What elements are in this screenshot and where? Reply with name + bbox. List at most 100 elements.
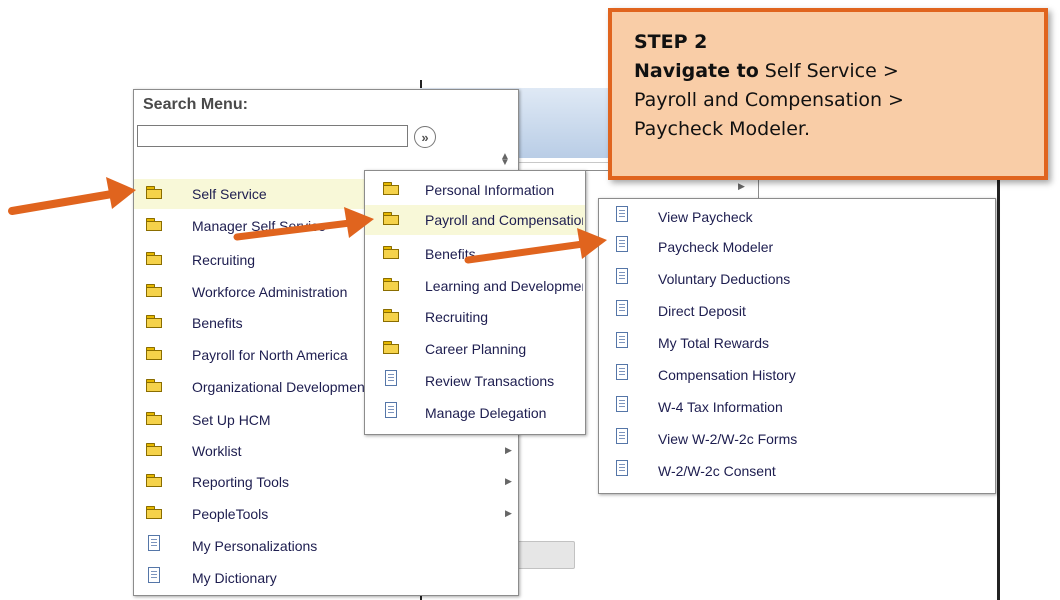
submenu-item-label: Voluntary Deductions (658, 271, 791, 287)
folder-icon (146, 378, 162, 396)
submenu-item-direct-deposit[interactable]: Direct Deposit (599, 296, 993, 326)
submenu-item-label: Paycheck Modeler (658, 239, 774, 255)
submenu-item-w4-tax-information[interactable]: W-4 Tax Information (599, 392, 993, 422)
folder-icon (146, 314, 162, 332)
search-menu-input[interactable] (137, 125, 408, 147)
page-icon (616, 428, 628, 449)
folder-icon (146, 505, 162, 523)
folder-icon (383, 277, 399, 295)
submenu-item-label: W-2/W-2c Consent (658, 463, 776, 479)
submenu-item-view-w2-forms[interactable]: View W-2/W-2c Forms (599, 424, 993, 454)
search-menu-label: Search Menu: (143, 96, 248, 113)
menu-item-reporting-tools[interactable]: Reporting Tools ▶ (134, 467, 516, 497)
double-chevron-right-icon: » (421, 129, 429, 145)
sort-arrows-icon[interactable]: ▲ ▼ (500, 152, 510, 168)
submenu-item-voluntary-deductions[interactable]: Voluntary Deductions (599, 264, 993, 294)
menu-item-label: Workforce Administration (192, 284, 348, 300)
callout-path-line-2: Payroll and Compensation > (634, 89, 904, 111)
menu-item-label: My Dictionary (192, 570, 277, 586)
menu-item-label: Recruiting (192, 252, 256, 268)
folder-icon (383, 211, 399, 229)
arrow-to-self-service (8, 177, 136, 215)
folder-icon (146, 217, 162, 235)
submenu-arrow-icon: ▶ (738, 181, 745, 191)
menu-item-label: Reporting Tools (192, 474, 290, 490)
folder-icon (146, 411, 162, 429)
menu-item-label: PeopleTools (192, 506, 269, 522)
submenu-item-label: Benefits (425, 246, 476, 262)
page-icon (616, 268, 628, 289)
submenu-item-compensation-history[interactable]: Compensation History (599, 360, 993, 390)
submenu-item-review-transactions[interactable]: Review Transactions (365, 366, 585, 396)
submenu-item-personal-information[interactable]: Personal Information (365, 175, 585, 205)
folder-icon (146, 251, 162, 269)
submenu-item-label: Compensation History (658, 367, 796, 383)
folder-icon (146, 185, 162, 203)
self-service-submenu: Personal Information Payroll and Compens… (364, 170, 586, 435)
page-icon (616, 300, 628, 321)
submenu-item-label: Career Planning (425, 341, 527, 357)
folder-icon (383, 245, 399, 263)
submenu-item-label: Payroll and Compensation (425, 212, 583, 228)
callout-path-line-3: Paycheck Modeler. (634, 118, 811, 140)
folder-icon (146, 346, 162, 364)
menu-item-label: My Personalizations (192, 538, 318, 554)
page-icon (616, 236, 628, 257)
menu-item-worklist[interactable]: Worklist ▶ (134, 436, 516, 466)
submenu-item-career-planning[interactable]: Career Planning (365, 334, 585, 364)
callout-step-title: STEP 2 (634, 31, 708, 53)
submenu-item-benefits[interactable]: Benefits (365, 239, 585, 269)
submenu-item-label: Recruiting (425, 309, 489, 325)
page-icon (385, 370, 397, 391)
folder-icon (146, 473, 162, 491)
menu-item-label: Organizational Development (192, 379, 364, 395)
callout-nav-label: Navigate to (634, 60, 759, 82)
submenu-item-label: Personal Information (425, 182, 555, 198)
submenu-item-manage-delegation[interactable]: Manage Delegation (365, 398, 585, 428)
menu-item-my-personalizations[interactable]: My Personalizations (134, 531, 516, 561)
menu-item-peopletools[interactable]: PeopleTools ▶ (134, 499, 516, 529)
payroll-compensation-submenu: View Paycheck Paycheck Modeler Voluntary… (598, 198, 996, 494)
submenu-item-label: View Paycheck (658, 209, 753, 225)
submenu-arrow-icon: ▶ (505, 508, 512, 518)
folder-icon (146, 283, 162, 301)
submenu-item-label: Direct Deposit (658, 303, 746, 319)
search-go-button[interactable]: » (414, 126, 436, 148)
callout-path-line-1: Self Service > (758, 60, 899, 82)
submenu-item-recruiting[interactable]: Recruiting (365, 302, 585, 332)
menu-item-label: Manager Self Service (192, 218, 326, 234)
menu-item-label: Worklist (192, 443, 242, 459)
menu-item-label: Benefits (192, 315, 243, 331)
submenu-item-learning-and-development[interactable]: Learning and Development (365, 271, 585, 301)
callout-line-1: Navigate to Self Service > (634, 57, 1044, 86)
submenu-arrow-icon: ▶ (505, 476, 512, 486)
page-icon (148, 535, 160, 556)
submenu-item-label: W-4 Tax Information (658, 399, 783, 415)
folder-icon (383, 181, 399, 199)
folder-icon (146, 442, 162, 460)
folder-icon (383, 340, 399, 358)
page-icon (616, 332, 628, 353)
folder-icon (383, 308, 399, 326)
submenu-item-label: View W-2/W-2c Forms (658, 431, 798, 447)
submenu-item-w2-consent[interactable]: W-2/W-2c Consent (599, 456, 993, 486)
submenu-item-label: My Total Rewards (658, 335, 770, 351)
menu-item-my-dictionary[interactable]: My Dictionary (134, 563, 516, 593)
submenu-item-label: Learning and Development (425, 278, 583, 294)
page-icon (148, 567, 160, 588)
submenu-arrow-icon: ▶ (505, 445, 512, 455)
menu-item-label: Set Up HCM (192, 412, 271, 428)
submenu-item-view-paycheck[interactable]: View Paycheck (599, 202, 993, 232)
page-icon (616, 460, 628, 481)
page-icon (616, 396, 628, 417)
page-icon (616, 364, 628, 385)
submenu-item-my-total-rewards[interactable]: My Total Rewards (599, 328, 993, 358)
page-icon (616, 206, 628, 227)
instruction-callout: STEP 2 Navigate to Self Service > Payrol… (608, 8, 1048, 180)
page-icon (385, 402, 397, 423)
submenu-item-label: Manage Delegation (425, 405, 547, 421)
menu-item-label: Payroll for North America (192, 347, 348, 363)
submenu-item-label: Review Transactions (425, 373, 555, 389)
submenu-item-paycheck-modeler[interactable]: Paycheck Modeler (599, 232, 993, 262)
submenu-item-payroll-and-compensation[interactable]: Payroll and Compensation (365, 205, 585, 235)
